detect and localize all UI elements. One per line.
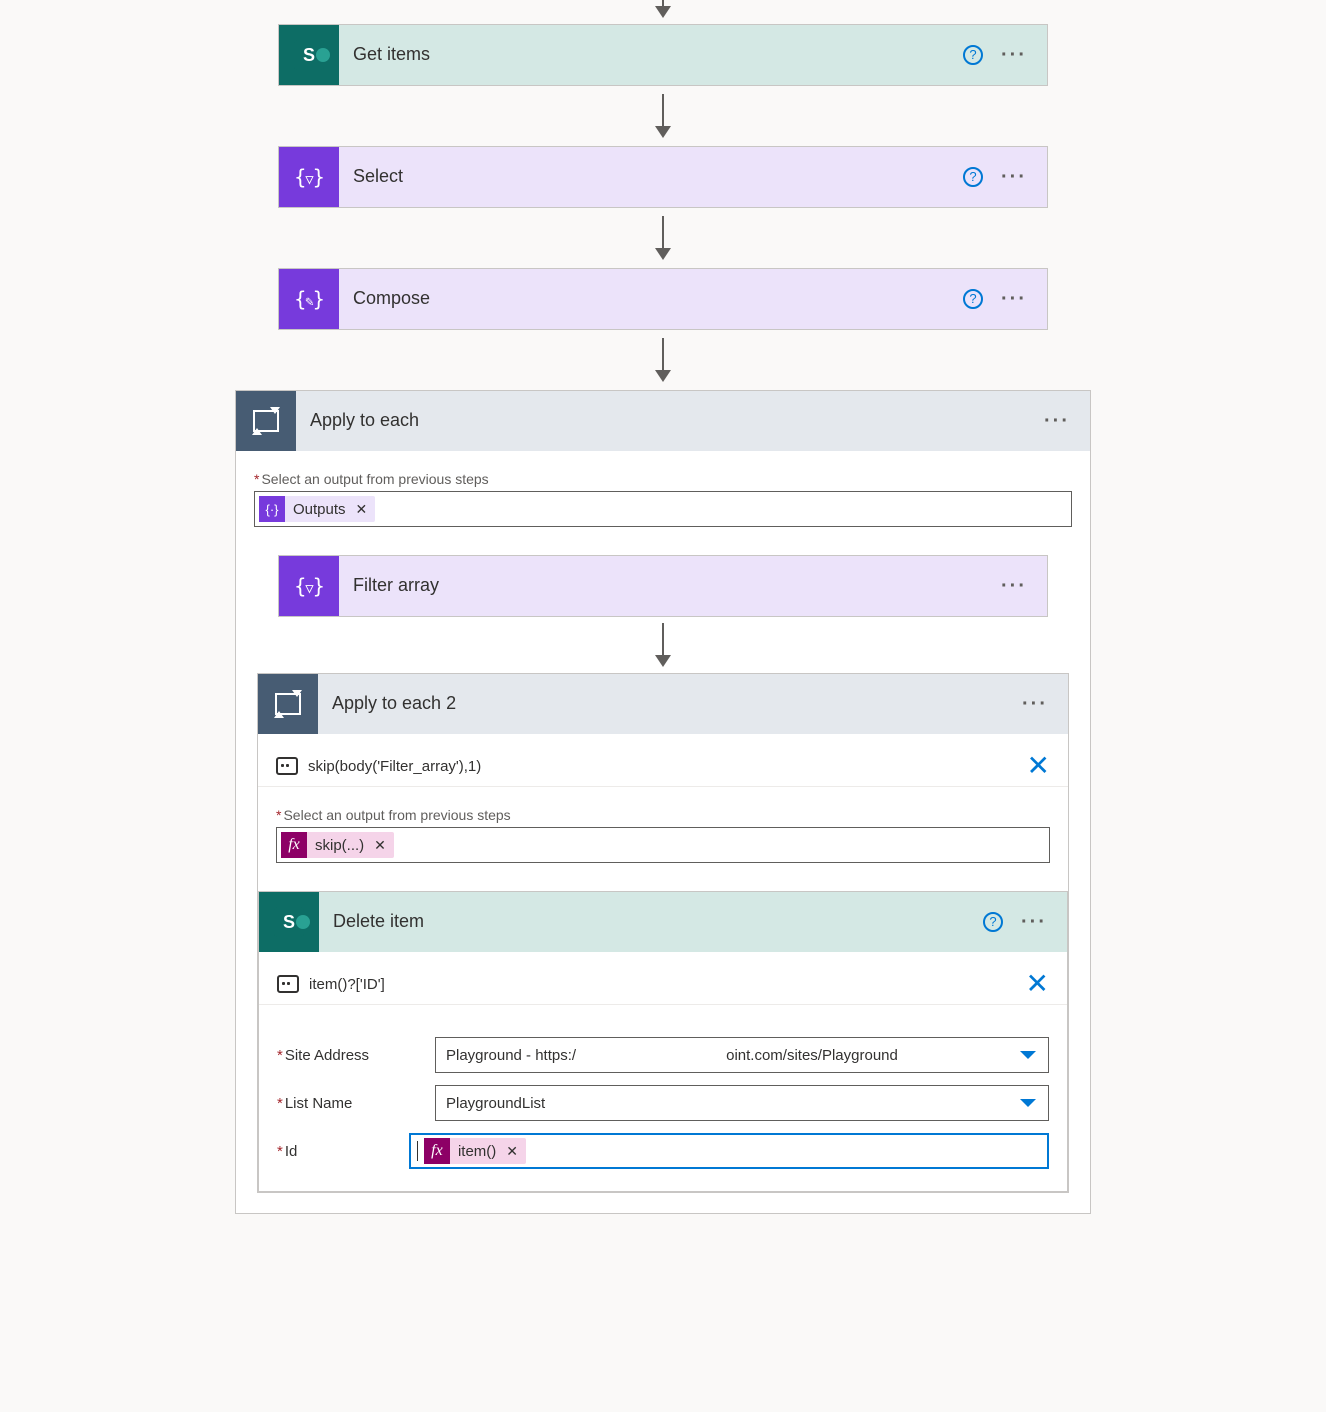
peek-expression: skip(body('Filter_array'),1) bbox=[308, 758, 1017, 775]
step-apply-to-each-2: Apply to each 2 ··· skip(body('Filter_ar… bbox=[257, 673, 1069, 1193]
data-operations-compose-icon: {✎} bbox=[279, 269, 339, 329]
apply-to-each-2-input[interactable]: fx skip(...) ✕ bbox=[276, 827, 1050, 863]
control-loop-icon bbox=[258, 674, 318, 734]
token-label: Outputs bbox=[293, 501, 346, 518]
data-operations-select-icon: {▽} bbox=[279, 147, 339, 207]
token-outputs[interactable]: {·} Outputs ✕ bbox=[259, 496, 375, 522]
peek-expression: item()?['ID'] bbox=[309, 976, 1016, 993]
connector-arrow bbox=[655, 86, 671, 146]
data-operations-filter-icon: {▽} bbox=[279, 556, 339, 616]
step-delete-item: S Delete item ? ··· item()?['ID'] ✕ bbox=[258, 891, 1068, 1192]
step-get-items[interactable]: S Get items ? ··· bbox=[278, 24, 1048, 86]
chevron-down-icon bbox=[1020, 1099, 1036, 1107]
step-title[interactable]: Apply to each bbox=[296, 410, 1044, 431]
step-compose[interactable]: {✎} Compose ? ··· bbox=[278, 268, 1048, 330]
step-title: Select bbox=[339, 166, 963, 187]
site-address-dropdown[interactable]: Playground - https:/ oint.com/sites/Play… bbox=[435, 1037, 1049, 1073]
peek-code-row: item()?['ID'] ✕ bbox=[259, 952, 1067, 1005]
token-label: skip(...) bbox=[315, 837, 364, 854]
remove-token-icon[interactable]: ✕ bbox=[506, 1143, 518, 1160]
peek-code-row: skip(body('Filter_array'),1) ✕ bbox=[258, 734, 1068, 787]
field-label-site-address: *Site Address bbox=[277, 1047, 427, 1064]
field-label-select-output: *Select an output from previous steps bbox=[254, 471, 1072, 487]
flow-canvas: S Get items ? ··· {▽} Select ? ··· {✎} C… bbox=[0, 0, 1326, 1214]
remove-token-icon[interactable]: ✕ bbox=[356, 501, 368, 518]
help-icon[interactable]: ? bbox=[963, 167, 983, 187]
fx-icon: fx bbox=[424, 1138, 450, 1164]
token-skip-expression[interactable]: fx skip(...) ✕ bbox=[281, 832, 394, 858]
remove-token-icon[interactable]: ✕ bbox=[374, 837, 386, 854]
field-label-id: *Id bbox=[277, 1143, 401, 1160]
peek-code-icon bbox=[277, 975, 299, 993]
apply-to-each-input[interactable]: {·} Outputs ✕ bbox=[254, 491, 1072, 527]
sharepoint-icon: S bbox=[279, 25, 339, 85]
control-loop-icon bbox=[236, 391, 296, 451]
sharepoint-icon: S bbox=[259, 892, 319, 952]
close-icon[interactable]: ✕ bbox=[1026, 970, 1049, 998]
step-title[interactable]: Delete item bbox=[319, 911, 983, 932]
help-icon[interactable]: ? bbox=[963, 45, 983, 65]
list-name-dropdown[interactable]: PlaygroundList bbox=[435, 1085, 1049, 1121]
step-filter-array[interactable]: {▽} Filter array ··· bbox=[278, 555, 1048, 617]
fx-icon: fx bbox=[281, 832, 307, 858]
close-icon[interactable]: ✕ bbox=[1027, 752, 1050, 780]
help-icon[interactable]: ? bbox=[963, 289, 983, 309]
help-icon[interactable]: ? bbox=[983, 912, 1003, 932]
connector-arrow bbox=[655, 617, 671, 673]
peek-code-icon bbox=[276, 757, 298, 775]
field-label-list-name: *List Name bbox=[277, 1095, 427, 1112]
data-operations-icon: {·} bbox=[259, 496, 285, 522]
step-title: Filter array bbox=[339, 575, 1001, 596]
connector-arrow bbox=[655, 0, 671, 24]
step-select[interactable]: {▽} Select ? ··· bbox=[278, 146, 1048, 208]
step-title[interactable]: Apply to each 2 bbox=[318, 693, 1022, 714]
token-label: item() bbox=[458, 1143, 496, 1160]
step-apply-to-each: Apply to each ··· *Select an output from… bbox=[235, 390, 1091, 1214]
connector-arrow bbox=[655, 208, 671, 268]
step-title: Get items bbox=[339, 44, 963, 65]
token-item-expression[interactable]: fx item() ✕ bbox=[424, 1138, 526, 1164]
list-name-value: PlaygroundList bbox=[446, 1095, 545, 1112]
id-input[interactable]: fx item() ✕ bbox=[409, 1133, 1049, 1169]
text-cursor bbox=[417, 1141, 418, 1161]
connector-arrow bbox=[655, 330, 671, 390]
site-address-value: Playground - https:/ oint.com/sites/Play… bbox=[446, 1047, 898, 1064]
field-label-select-output: *Select an output from previous steps bbox=[276, 807, 1050, 823]
chevron-down-icon bbox=[1020, 1051, 1036, 1059]
step-title: Compose bbox=[339, 288, 963, 309]
